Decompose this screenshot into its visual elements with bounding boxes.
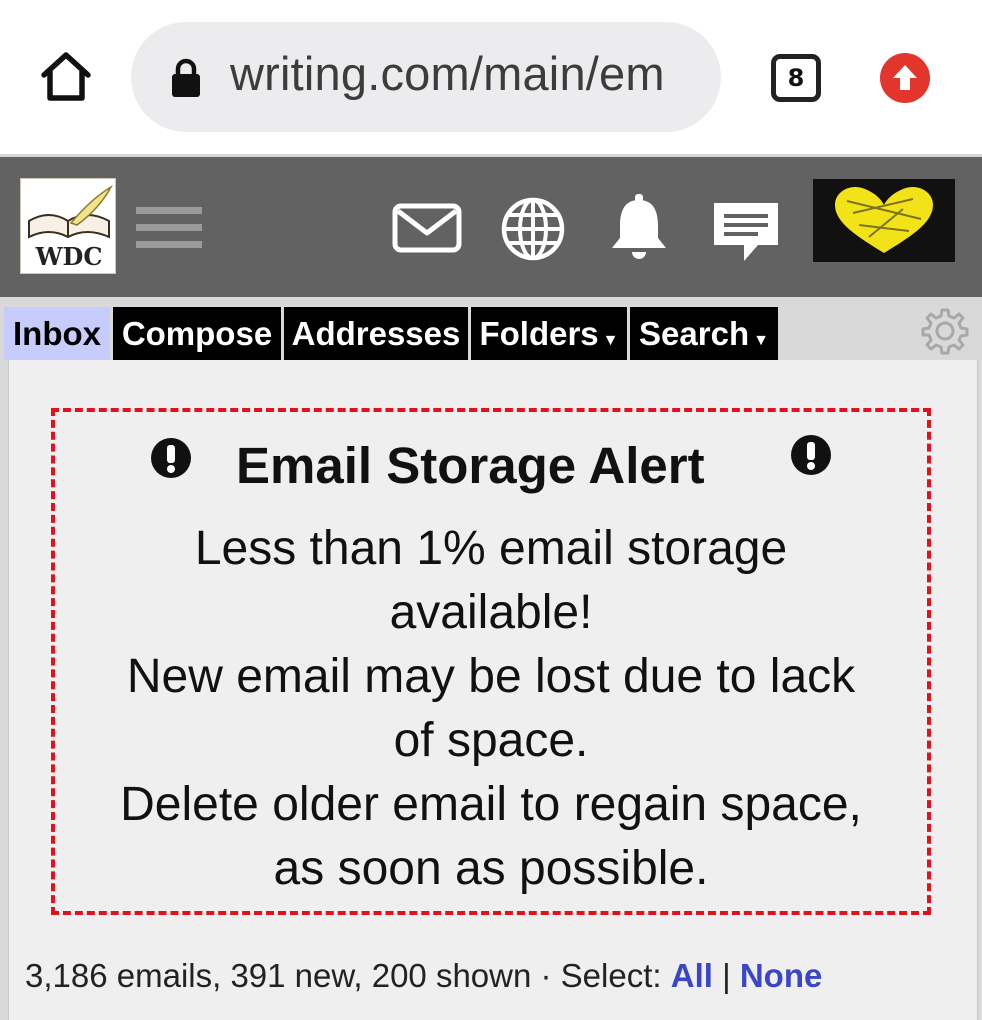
- tab-search[interactable]: Search ▼: [630, 307, 778, 360]
- tab-switcher-button[interactable]: 8: [771, 54, 821, 102]
- tab-inbox-label: Inbox: [13, 314, 101, 352]
- tab-compose-label: Compose: [121, 314, 273, 352]
- alert-line: Delete older email to regain space,: [120, 778, 862, 831]
- tab-addresses[interactable]: Addresses: [284, 307, 468, 360]
- email-summary: 3,186 emails, 391 new, 200 shown · Selec…: [25, 957, 822, 995]
- select-separator: |: [712, 957, 740, 994]
- update-icon[interactable]: [880, 53, 930, 103]
- tab-search-label: Search: [639, 314, 750, 352]
- alert-line: available!: [389, 586, 593, 639]
- mail-icon[interactable]: [392, 203, 462, 253]
- gear-icon[interactable]: [920, 306, 970, 356]
- alert-exclamation-icon: [151, 438, 191, 478]
- chevron-down-icon: ▼: [753, 331, 769, 349]
- heart-badge[interactable]: [813, 179, 955, 262]
- tab-folders-label: Folders: [479, 314, 599, 352]
- select-all-link[interactable]: All: [671, 957, 713, 994]
- globe-icon[interactable]: [500, 196, 566, 262]
- chevron-down-icon: ▼: [602, 331, 619, 349]
- bell-icon[interactable]: [608, 194, 670, 264]
- menu-icon[interactable]: [136, 207, 202, 249]
- email-count-text: 3,186 emails, 391 new, 200 shown · Selec…: [25, 957, 671, 994]
- alert-line: New email may be lost due to lack: [126, 650, 856, 703]
- alert-line: as soon as possible.: [273, 842, 709, 895]
- wdc-logo[interactable]: WDC: [20, 178, 116, 274]
- url-text[interactable]: writing.com/main/em: [230, 46, 665, 101]
- tab-folders[interactable]: Folders ▼: [471, 307, 627, 360]
- tab-inbox[interactable]: Inbox: [4, 307, 110, 360]
- alert-exclamation-icon: [791, 435, 831, 475]
- alert-message: Less than 1% email storage available! Ne…: [56, 517, 926, 901]
- alert-title: Email Storage Alert: [236, 437, 705, 494]
- logo-book-icon: WDC: [28, 184, 113, 271]
- tab-addresses-label: Addresses: [291, 314, 461, 352]
- lock-icon: [172, 58, 200, 97]
- alert-line: of space.: [393, 714, 589, 767]
- heart-icon: [835, 186, 933, 253]
- select-none-link[interactable]: None: [740, 957, 823, 994]
- home-icon[interactable]: [38, 48, 94, 104]
- chat-icon[interactable]: [710, 199, 782, 265]
- alert-line: Less than 1% email storage: [194, 522, 788, 575]
- logo-text: WDC: [35, 242, 103, 271]
- tab-compose[interactable]: Compose: [113, 307, 281, 360]
